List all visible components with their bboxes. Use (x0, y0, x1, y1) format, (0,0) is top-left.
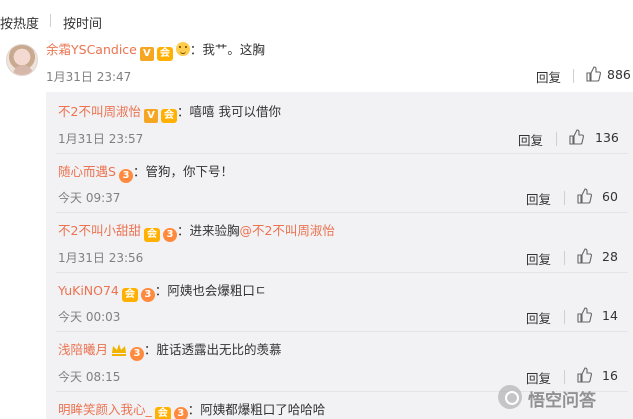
vip-icon: 会 (154, 407, 171, 419)
username[interactable]: 余霜YSCandice (46, 42, 137, 57)
reply-text: ：阿姨都爆粗口了哈哈哈 (187, 402, 326, 417)
watermark-text: 悟空问答 (528, 391, 596, 411)
action-divider (564, 251, 565, 265)
reply-line: 明眸笑颜入我心_ 会 3 ：阿姨都爆粗口了哈哈哈 (58, 402, 325, 419)
reply-text: ：嘻嘻 我可以借你 (176, 104, 281, 119)
sort-by-hot-tab[interactable]: 按热度 (0, 13, 39, 32)
like-count: 14 (602, 308, 618, 323)
reply-time: 1月31日 23:57 (58, 132, 144, 146)
action-divider (564, 191, 565, 205)
comment-text: ：我艹。这胸 (189, 42, 265, 57)
divider (56, 272, 628, 273)
divider (56, 212, 628, 213)
like-icon[interactable] (576, 188, 592, 204)
sort-by-time-tab[interactable]: 按时间 (63, 13, 102, 32)
wukong-logo-icon (498, 385, 522, 409)
reply-username[interactable]: 不2不叫小甜甜 (58, 223, 141, 238)
like-count: 16 (602, 368, 618, 383)
crown-icon (112, 344, 127, 356)
level-icon: 3 (162, 228, 177, 242)
verified-icon: V (143, 109, 158, 123)
reply-button[interactable]: 回复 (536, 67, 561, 86)
reply-time: 今天 09:37 (58, 191, 121, 205)
reply-button[interactable]: 回复 (526, 308, 551, 327)
action-divider (564, 370, 565, 384)
like-icon[interactable] (576, 307, 592, 323)
replies-panel: 不2不叫周淑怡 V 会：嘻嘻 我可以借你 1月31日 23:57 回复 136 随心… (46, 92, 633, 419)
sort-bar: 按热度 按时间 (0, 0, 633, 40)
reply-text: ：进来验胸 (176, 223, 240, 238)
smile-emoji-icon (175, 42, 190, 56)
like-count: 60 (602, 189, 618, 204)
level-icon: 3 (173, 407, 188, 419)
like-icon[interactable] (576, 367, 592, 383)
reply-button[interactable]: 回复 (526, 189, 551, 208)
vip-icon: 会 (156, 47, 173, 61)
reply-text: ：脏话透露出无比的羡慕 (144, 342, 282, 357)
like-count: 28 (602, 249, 618, 264)
reply-line: 随心而遇S 3 ：管狗，你下号！ (58, 164, 233, 183)
vip-icon: 会 (160, 109, 177, 123)
avatar[interactable] (6, 44, 38, 76)
divider (56, 153, 628, 154)
like-icon[interactable] (568, 129, 584, 145)
divider (56, 331, 628, 332)
level-icon: 3 (130, 347, 145, 361)
reply-time: 1月31日 23:56 (58, 251, 144, 265)
reply-line: YuKiNO74 会 3 ：阿姨也会爆粗口ㄷ (58, 283, 266, 302)
reply-username[interactable]: 随心而遇S (58, 164, 116, 179)
reply-text: ：阿姨也会爆粗口ㄷ (154, 283, 267, 298)
vip-icon: 会 (143, 228, 160, 242)
reply-username[interactable]: YuKiNO74 (58, 283, 119, 298)
reply-time: 今天 08:15 (58, 370, 121, 384)
reply-username[interactable]: 不2不叫周淑怡 (58, 104, 141, 119)
verified-icon: V (139, 47, 154, 61)
like-count: 136 (595, 130, 619, 145)
reply-line: 不2不叫周淑怡 V 会：嘻嘻 我可以借你 (58, 104, 281, 123)
reply-username[interactable]: 浅陪曦月 (58, 342, 108, 357)
action-divider (564, 310, 565, 324)
action-divider (556, 132, 557, 146)
level-icon: 3 (140, 288, 155, 302)
main-comment: 余霜YSCandice V 会 ：我艹。这胸 1月31日 23:47 回复 886 (0, 36, 633, 92)
reply-line: 不2不叫小甜甜会 3 ：进来验胸@不2不叫周淑怡 (58, 223, 335, 242)
watermark: 悟空问答 (498, 383, 628, 411)
reply-username[interactable]: 明眸笑颜入我心_ (58, 402, 152, 417)
level-icon: 3 (118, 169, 133, 183)
comment-line: 余霜YSCandice V 会 ：我艹。这胸 (46, 42, 265, 61)
vip-icon: 会 (121, 288, 138, 302)
mention-link[interactable]: @不2不叫周淑怡 (239, 223, 334, 238)
sort-divider (50, 14, 51, 27)
like-icon[interactable] (585, 66, 601, 82)
reply-button[interactable]: 回复 (518, 130, 543, 149)
reply-button[interactable]: 回复 (526, 249, 551, 268)
comment-time: 1月31日 23:47 (46, 70, 132, 84)
reply-line: 浅陪曦月 3 ：脏话透露出无比的羡慕 (58, 342, 282, 361)
like-count: 886 (607, 67, 631, 82)
like-icon[interactable] (576, 248, 592, 264)
reply-time: 今天 00:03 (58, 310, 121, 324)
action-divider (573, 69, 574, 83)
reply-text: ：管狗，你下号！ (132, 164, 233, 179)
